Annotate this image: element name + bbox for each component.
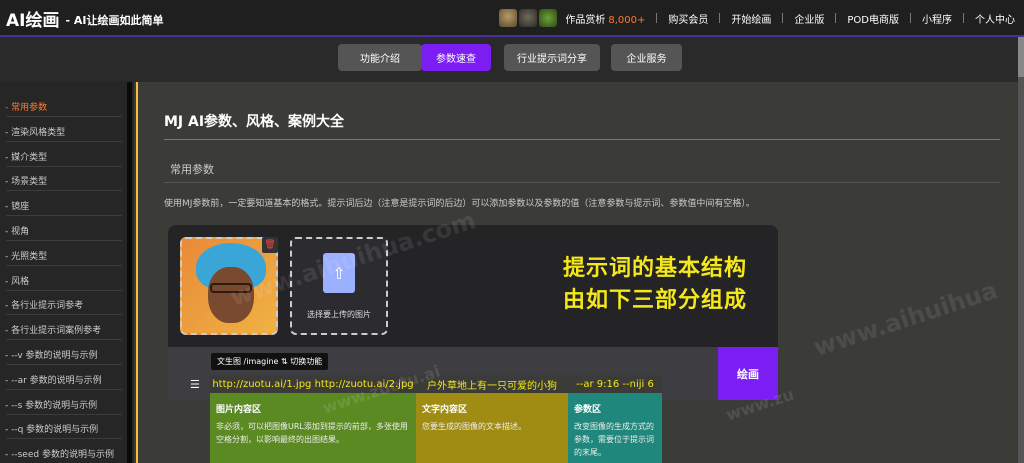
sidebar-item[interactable]: - 场景类型 bbox=[5, 174, 47, 187]
sidebar-divider bbox=[6, 165, 122, 167]
upload-image-dropzone[interactable]: ⇧ 选择要上传的图片 bbox=[290, 237, 388, 335]
sidebar-divider bbox=[6, 240, 122, 241]
page-scrollbar-track[interactable] bbox=[1018, 37, 1024, 463]
delete-image-icon[interactable]: 🗑 bbox=[262, 237, 278, 253]
nav-start-drawing[interactable]: 开始绘画 bbox=[731, 11, 771, 26]
sidebar-scrollbar[interactable] bbox=[127, 82, 132, 463]
structure-headline: 提示词的基本结构 由如下三部分组成 bbox=[563, 256, 748, 313]
sidebar-item[interactable]: - --v 参数的说明与示例 bbox=[5, 348, 98, 361]
work-thumbnail[interactable] bbox=[499, 9, 518, 27]
work-thumbnail[interactable] bbox=[539, 9, 558, 27]
sidebar-divider bbox=[6, 190, 122, 192]
sidebar-item[interactable]: - --q 参数的说明与示例 bbox=[5, 422, 98, 435]
prompt-structure-illustration: 🗑 ⇧ 选择要上传的图片 提示词的基本结构 由如下三部分组成 ☰ 文生图 /im… bbox=[168, 225, 778, 463]
works-thumbnails[interactable] bbox=[499, 9, 558, 27]
sidebar-item[interactable]: - 渲染风格类型 bbox=[5, 125, 65, 138]
sidebar-item[interactable]: - --seed 参数的说明与示例 bbox=[5, 447, 114, 460]
nav-user-center[interactable]: 个人中心 bbox=[975, 11, 1015, 26]
parameter-example: --ar 9:16 --niji 6 bbox=[568, 375, 662, 393]
text-content-column: 户外草地上有一只可爱的小狗 文字内容区 您要生成的图像的文本描述。 bbox=[416, 375, 568, 463]
title-divider bbox=[164, 139, 1000, 140]
column-text: 改变图像的生成方式的参数，需要位于提示词的末尾。 bbox=[574, 422, 654, 457]
column-text: 非必须，可以把图像URL添加到提示的前部，多张使用空格分割，以影响最终的出图结果… bbox=[216, 422, 408, 444]
sidebar-item[interactable]: - 风格 bbox=[5, 274, 29, 287]
sidebar-item[interactable]: - 常用参数 bbox=[5, 100, 47, 113]
top-navbar: AI绘画 - AI让绘画如此简单 作品赏析 8,000+ 购买会员 开始绘画 企业… bbox=[0, 0, 1024, 36]
sidebar-divider bbox=[6, 339, 122, 341]
tab-industry-prompts[interactable]: 行业提示词分享 bbox=[504, 44, 600, 71]
nav-mini-program[interactable]: 小程序 bbox=[922, 11, 952, 26]
page-scrollbar-thumb[interactable] bbox=[1018, 37, 1024, 77]
sidebar-divider bbox=[6, 215, 122, 217]
sidebar-divider bbox=[6, 364, 122, 365]
illustration-panel: 🗑 ⇧ 选择要上传的图片 提示词的基本结构 由如下三部分组成 bbox=[168, 225, 778, 347]
works-gallery-link[interactable]: 作品赏析 8,000+ bbox=[565, 11, 645, 26]
nav-buy-membership[interactable]: 购买会员 bbox=[668, 11, 708, 26]
sidebar-item[interactable]: - 媒介类型 bbox=[5, 150, 47, 163]
tab-parameter-reference[interactable]: 参数速查 bbox=[421, 44, 491, 71]
sidebar-divider bbox=[6, 140, 122, 142]
sidebar-item[interactable]: - --s 参数的说明与示例 bbox=[5, 398, 97, 411]
settings-sliders-icon[interactable]: ☰ bbox=[190, 378, 200, 391]
sidebar-item[interactable]: - 各行业提示词参考 bbox=[5, 298, 83, 311]
work-thumbnail[interactable] bbox=[519, 9, 538, 27]
site-logo[interactable]: AI绘画 bbox=[6, 6, 59, 31]
upload-hint: 选择要上传的图片 bbox=[307, 310, 371, 319]
sidebar-item[interactable]: - 视角 bbox=[5, 224, 29, 237]
section-title: 常用参数 bbox=[170, 163, 214, 176]
portrait-face bbox=[208, 267, 254, 323]
sidebar-divider bbox=[6, 388, 122, 390]
sidebar-item[interactable]: - --ar 参数的说明与示例 bbox=[5, 373, 102, 386]
tab-feature-intro[interactable]: 功能介绍 bbox=[338, 44, 422, 71]
sidebar-item[interactable]: - 镜座 bbox=[5, 199, 29, 212]
section-divider bbox=[164, 182, 1000, 183]
section-description: 使用MJ参数前，一定要知道基本的格式。提示词后边（注意是提示词的后边）可以添加参… bbox=[164, 199, 755, 209]
sidebar-divider bbox=[6, 413, 122, 415]
image-urls-example: http://zuotu.ai/1.jpg http://zuotu.ai/2.… bbox=[210, 375, 416, 393]
portrait-glasses bbox=[210, 283, 252, 293]
site-slogan: - AI让绘画如此简单 bbox=[65, 13, 164, 27]
column-title: 参数区 bbox=[574, 405, 602, 415]
nav-enterprise[interactable]: 企业版 bbox=[794, 11, 824, 26]
sidebar-item[interactable]: - 光照类型 bbox=[5, 249, 47, 262]
works-count: 8,000+ bbox=[608, 14, 646, 26]
page-title: MJ AI参数、风格、案例大全 bbox=[164, 114, 345, 130]
sidebar-divider bbox=[6, 314, 122, 316]
top-nav-links: 作品赏析 8,000+ 购买会员 开始绘画 企业版 POD电商版 小程序 个人中心 bbox=[499, 0, 1024, 36]
draw-submit-button[interactable]: 绘画 bbox=[718, 347, 778, 400]
nav-pod-ecommerce[interactable]: POD电商版 bbox=[847, 11, 899, 26]
sub-nav: 功能介绍 参数速查 行业提示词分享 企业服务 bbox=[0, 37, 1024, 82]
sidebar-divider bbox=[6, 289, 122, 291]
sidebar-divider bbox=[6, 264, 122, 266]
column-text: 您要生成的图像的文本描述。 bbox=[422, 422, 526, 431]
image-content-column: http://zuotu.ai/1.jpg http://zuotu.ai/2.… bbox=[210, 375, 416, 463]
sidebar-divider bbox=[6, 438, 122, 440]
mode-switch-chip[interactable]: 文生图 /imagine ⇅ 切换功能 bbox=[211, 353, 329, 370]
parameter-column: --ar 9:16 --niji 6 参数区 改变图像的生成方式的参数，需要位于… bbox=[568, 375, 662, 463]
sidebar: - 常用参数 - 渲染风格类型 - 媒介类型 - 场景类型 - 镜座 - 视角 - 光照类型… bbox=[0, 82, 134, 463]
sidebar-divider bbox=[6, 116, 122, 117]
tab-enterprise-service[interactable]: 企业服务 bbox=[611, 44, 682, 71]
upload-icon: ⇧ bbox=[323, 253, 355, 293]
column-title: 文字内容区 bbox=[422, 405, 468, 415]
sidebar-item[interactable]: - 各行业提示词案例参考 bbox=[5, 323, 101, 336]
text-prompt-example: 户外草地上有一只可爱的小狗 bbox=[416, 375, 568, 393]
column-title: 图片内容区 bbox=[216, 405, 262, 415]
